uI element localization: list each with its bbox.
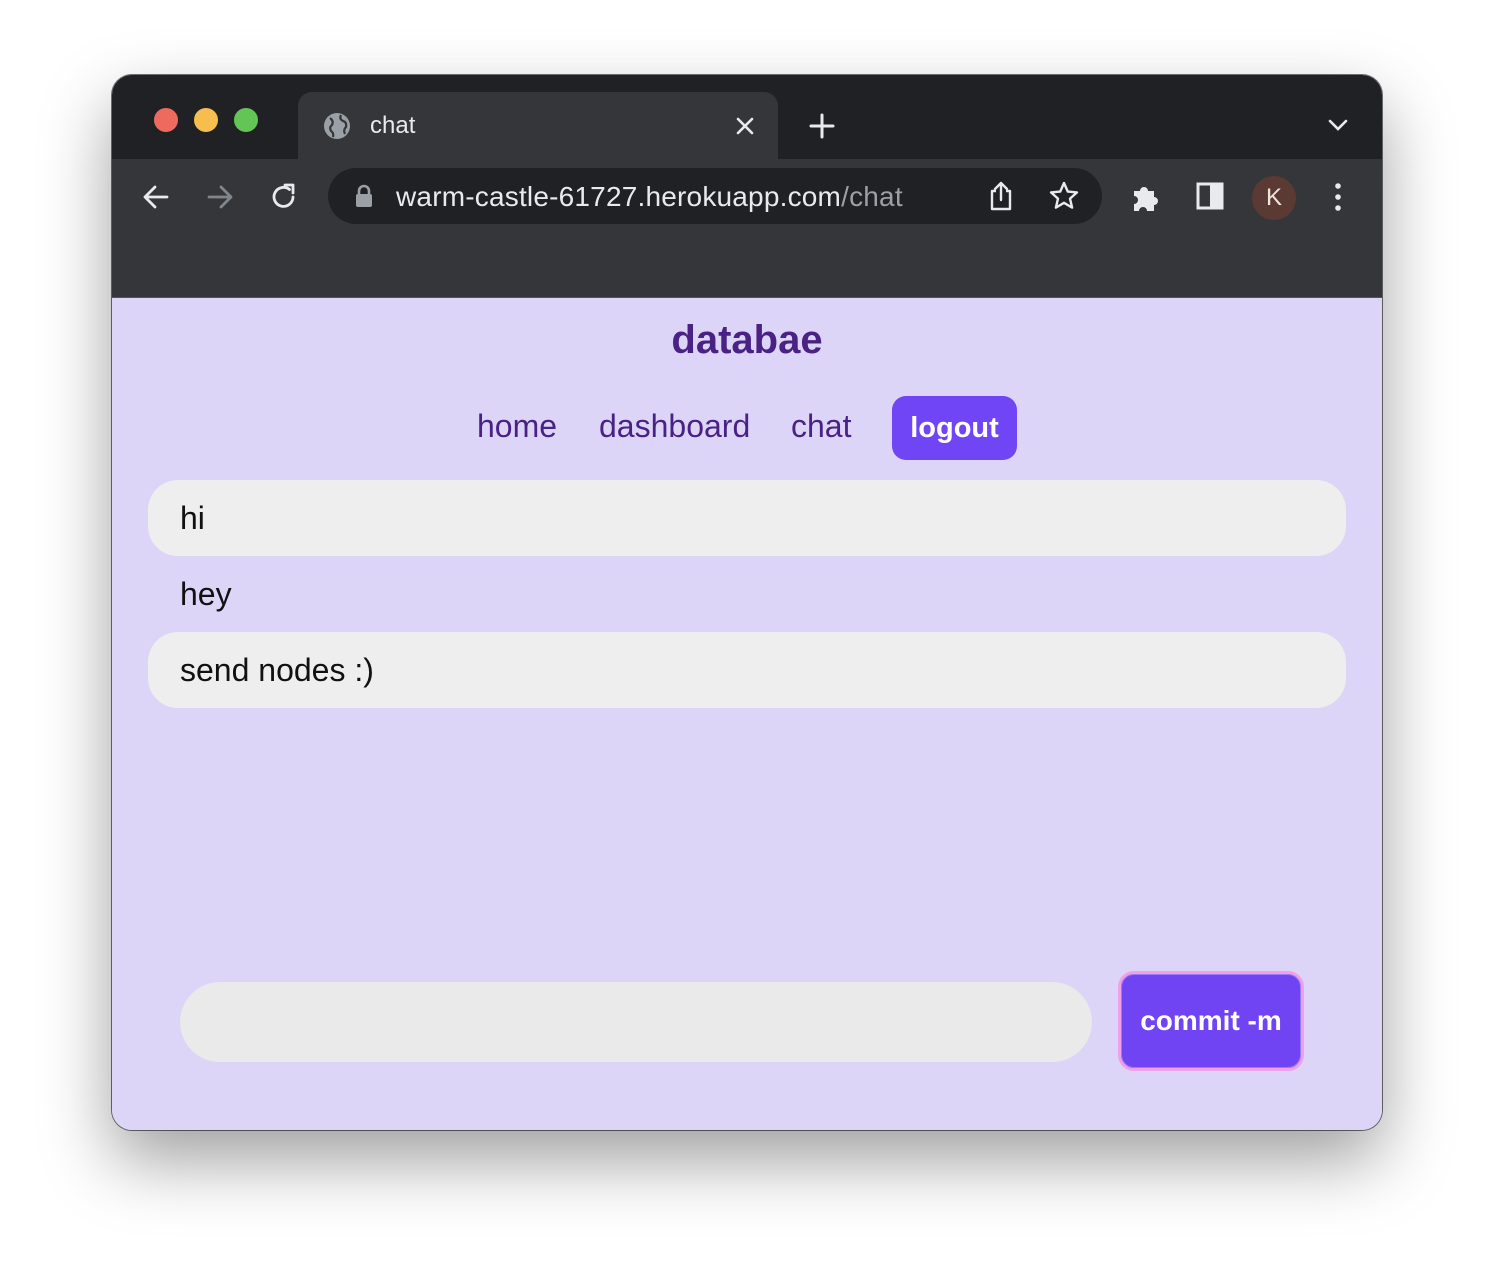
message-input[interactable] (180, 982, 1092, 1062)
tab-chat[interactable]: chat (298, 92, 778, 159)
maximize-window-button[interactable] (234, 108, 258, 132)
side-panel-icon[interactable] (1196, 182, 1224, 210)
url-host: warm-castle-61727.herokuapp.com (396, 181, 842, 212)
browser-window: chat warm-castle-61727.herokuapp.com/cha… (112, 75, 1382, 1130)
minimize-window-button[interactable] (194, 108, 218, 132)
site-title: databae (671, 318, 823, 362)
globe-icon (324, 113, 350, 139)
page-content: databae home dashboard chat logout hi he… (112, 298, 1382, 1130)
url-text[interactable]: warm-castle-61727.herokuapp.com/chat (396, 181, 903, 213)
chevron-down-icon[interactable] (1326, 117, 1350, 133)
reload-icon[interactable] (268, 181, 300, 213)
chat-message: send nodes :) (148, 632, 1346, 708)
profile-initial: K (1265, 184, 1282, 211)
lock-icon[interactable] (354, 184, 374, 208)
share-icon[interactable] (986, 180, 1016, 212)
forward-arrow-icon[interactable] (204, 181, 236, 213)
nav-link-chat[interactable]: chat (791, 408, 851, 445)
url-path: /chat (841, 181, 903, 212)
address-bar[interactable]: warm-castle-61727.herokuapp.com/chat (328, 168, 1102, 224)
tab-title: chat (370, 112, 416, 139)
kebab-menu-icon[interactable] (1330, 181, 1346, 213)
logout-button[interactable]: logout (892, 396, 1017, 460)
back-arrow-icon[interactable] (140, 181, 172, 213)
chat-message: hey (180, 576, 232, 612)
send-message-button[interactable]: commit -m (1118, 971, 1304, 1071)
main-nav: home dashboard chat logout (112, 396, 1382, 460)
nav-link-dashboard[interactable]: dashboard (599, 408, 750, 445)
close-window-button[interactable] (154, 108, 178, 132)
star-icon[interactable] (1048, 180, 1080, 212)
nav-link-home[interactable]: home (477, 408, 557, 445)
close-icon[interactable] (734, 115, 756, 137)
puzzle-icon[interactable] (1130, 181, 1162, 213)
profile-avatar[interactable]: K (1252, 176, 1296, 220)
browser-toolbar: warm-castle-61727.herokuapp.com/chat K (112, 159, 1382, 298)
plus-icon[interactable] (808, 112, 836, 140)
tab-strip: chat (112, 75, 1382, 159)
chat-message: hi (148, 480, 1346, 556)
